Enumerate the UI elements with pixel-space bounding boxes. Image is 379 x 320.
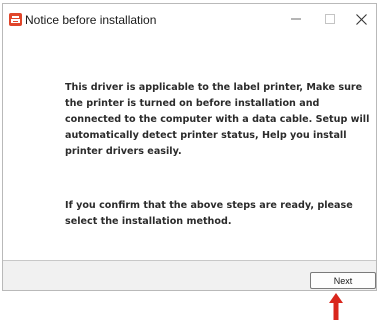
- minimize-button[interactable]: [281, 8, 311, 30]
- driver-notice-text: This driver is applicable to the label p…: [65, 82, 370, 157]
- notice-content: This driver is applicable to the label p…: [3, 34, 376, 259]
- printer-app-icon: [9, 13, 22, 26]
- maximize-button[interactable]: [315, 8, 345, 30]
- installer-window: Notice before installation This driver i…: [2, 3, 377, 291]
- next-button[interactable]: Next: [310, 272, 376, 289]
- window-title: Notice before installation: [25, 13, 157, 27]
- minimize-icon: [291, 18, 301, 20]
- confirm-instructions-text: If you confirm that the above steps are …: [65, 200, 353, 227]
- button-footer: Next: [3, 261, 376, 290]
- red-up-arrow-icon: [329, 293, 343, 320]
- close-icon: [355, 13, 367, 25]
- close-button[interactable]: [346, 8, 376, 30]
- maximize-icon: [325, 14, 335, 24]
- title-bar[interactable]: Notice before installation: [3, 4, 376, 34]
